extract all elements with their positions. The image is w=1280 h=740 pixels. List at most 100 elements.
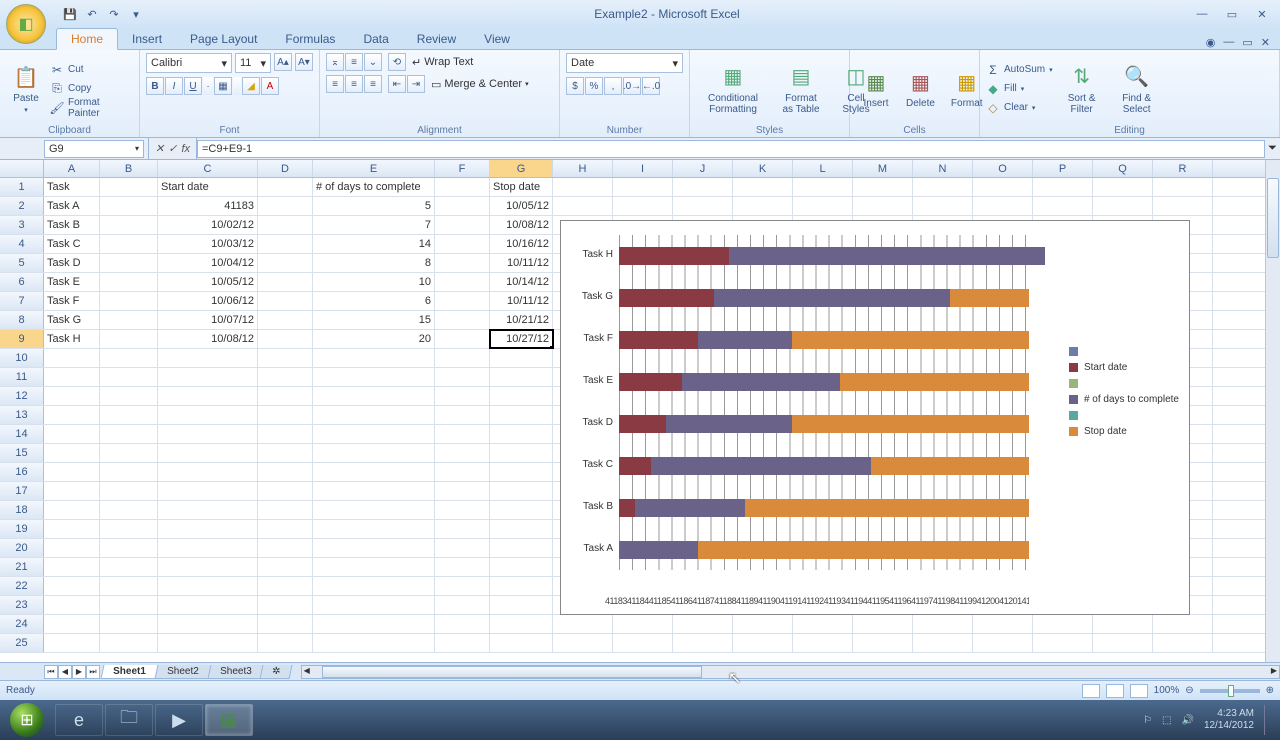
col-header-G[interactable]: G [490,160,553,177]
tray-flag-icon[interactable]: ⚐ [1143,715,1152,726]
cell[interactable] [100,216,158,234]
horizontal-scrollbar[interactable]: ◀ ▶ [301,665,1280,679]
cell[interactable] [1093,634,1153,652]
row-header[interactable]: 10 [0,349,44,367]
formula-expand-icon[interactable]: ⏷ [1265,142,1280,155]
cell[interactable] [853,197,913,215]
cell[interactable] [100,634,158,652]
cell[interactable] [100,539,158,557]
cell[interactable] [1033,634,1093,652]
cell[interactable] [1153,178,1213,196]
cell[interactable]: 10/03/12 [158,235,258,253]
col-header-O[interactable]: O [973,160,1033,177]
cell[interactable] [258,482,313,500]
worksheet[interactable]: ABCDEFGHIJKLMNOPQR 1TaskStart date# of d… [0,160,1280,662]
cell[interactable] [490,501,553,519]
cell[interactable] [435,558,490,576]
cell[interactable] [1153,615,1213,633]
cell[interactable] [553,197,613,215]
cell[interactable] [313,387,435,405]
sheet-tab-3[interactable]: Sheet3 [207,665,264,679]
cell[interactable] [44,520,100,538]
ribbon-minimize-icon[interactable]: — [1223,36,1234,49]
cell[interactable]: # of days to complete [313,178,435,196]
cell[interactable] [973,615,1033,633]
cell[interactable] [435,387,490,405]
tab-formulas[interactable]: Formulas [271,29,349,49]
col-header-F[interactable]: F [435,160,490,177]
cell[interactable] [913,634,973,652]
cell[interactable] [100,463,158,481]
cell[interactable] [44,482,100,500]
cell[interactable] [313,463,435,481]
cell[interactable] [673,634,733,652]
cell[interactable] [313,615,435,633]
row-header[interactable]: 6 [0,273,44,291]
cell[interactable] [100,349,158,367]
cell[interactable] [313,520,435,538]
cell[interactable] [1093,197,1153,215]
cell[interactable] [435,216,490,234]
cell[interactable] [313,501,435,519]
col-header-B[interactable]: B [100,160,158,177]
cell[interactable]: Start date [158,178,258,196]
cell[interactable] [435,330,490,348]
cell[interactable] [913,178,973,196]
cell[interactable] [490,577,553,595]
col-header-H[interactable]: H [553,160,613,177]
cell[interactable] [158,539,258,557]
zoom-slider[interactable] [1200,689,1260,693]
cell[interactable]: 8 [313,254,435,272]
cell[interactable] [435,368,490,386]
cell[interactable] [490,558,553,576]
cell[interactable] [158,444,258,462]
cell[interactable] [258,387,313,405]
insert-cells-button[interactable]: ▦Insert [856,66,896,111]
cell[interactable]: 10/05/12 [158,273,258,291]
font-size-combo[interactable]: 11▾ [235,53,271,73]
cell[interactable]: 10/02/12 [158,216,258,234]
cell[interactable] [100,577,158,595]
taskbar-media-icon[interactable]: ▶ [155,704,203,736]
bold-button[interactable]: B [146,77,164,95]
cell[interactable] [435,482,490,500]
align-center-icon[interactable]: ≡ [345,75,363,93]
cell[interactable] [258,634,313,652]
cell[interactable] [258,520,313,538]
cell[interactable] [793,197,853,215]
undo-icon[interactable]: ↶ [84,6,100,22]
cell[interactable]: 10/07/12 [158,311,258,329]
cell[interactable] [158,634,258,652]
cell[interactable] [258,197,313,215]
cell[interactable] [490,520,553,538]
cell[interactable] [733,634,793,652]
format-painter-button[interactable]: 🖌Format Painter [50,99,133,116]
cell[interactable] [100,615,158,633]
cell[interactable] [313,425,435,443]
cell[interactable] [553,634,613,652]
cell[interactable]: Task [44,178,100,196]
number-format-combo[interactable]: Date▾ [566,53,683,73]
row-header[interactable]: 18 [0,501,44,519]
row-header[interactable]: 25 [0,634,44,652]
cell[interactable] [435,273,490,291]
italic-button[interactable]: I [165,77,183,95]
zoom-level[interactable]: 100% [1154,685,1180,696]
cell[interactable] [490,482,553,500]
cell[interactable] [435,425,490,443]
embedded-chart[interactable]: Task HTask GTask FTask ETask DTask CTask… [560,220,1190,615]
cell[interactable] [258,254,313,272]
cell[interactable] [313,539,435,557]
sort-filter-button[interactable]: ⇅Sort & Filter [1057,61,1107,117]
cell[interactable] [258,330,313,348]
cell[interactable] [100,197,158,215]
cell[interactable] [435,577,490,595]
cell[interactable] [258,273,313,291]
cell[interactable] [673,178,733,196]
cell[interactable] [313,596,435,614]
cell[interactable]: 10/21/12 [490,311,553,329]
select-all-corner[interactable] [0,160,44,177]
cell[interactable] [1093,178,1153,196]
align-top-icon[interactable]: ⌅ [326,53,344,71]
cell[interactable] [435,596,490,614]
